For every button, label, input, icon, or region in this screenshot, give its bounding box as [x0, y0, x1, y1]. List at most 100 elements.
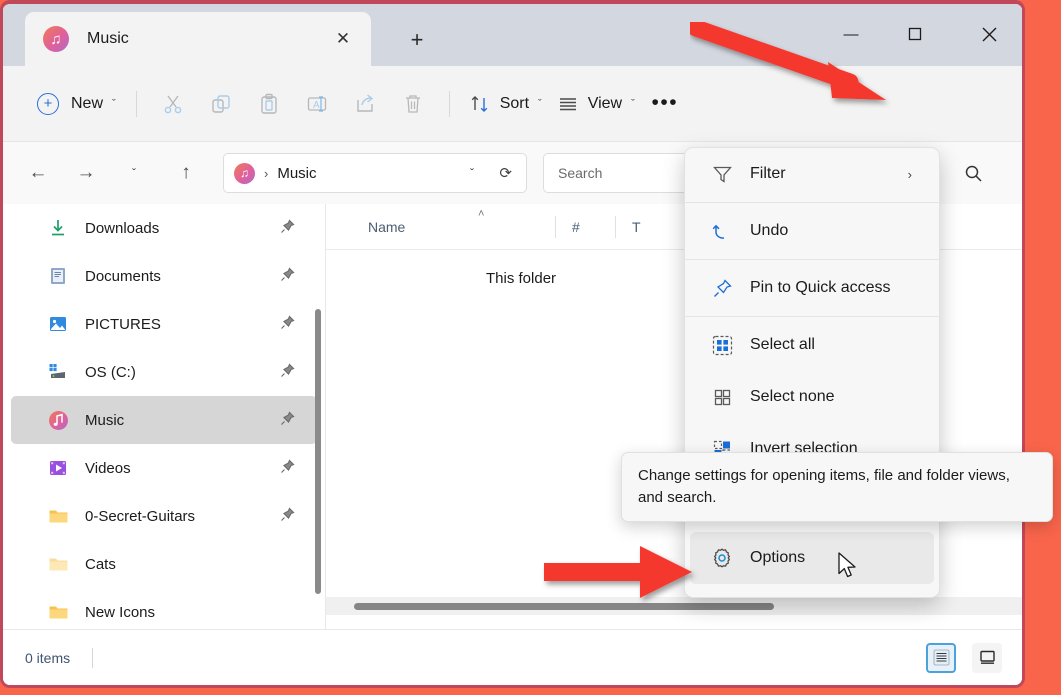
status-bar: 0 items: [3, 629, 1022, 685]
folder-icon: [47, 505, 69, 527]
sidebar-item-documents[interactable]: Documents: [11, 252, 317, 300]
pin-icon[interactable]: [280, 506, 295, 526]
new-tab-button[interactable]: +: [401, 24, 433, 56]
sidebar-item-downloads[interactable]: Downloads: [11, 204, 317, 252]
horizontal-scrollbar[interactable]: [326, 597, 1022, 615]
pin-icon: [710, 276, 734, 300]
menu-item-select-none[interactable]: Select none: [690, 371, 934, 423]
see-more-button[interactable]: •••: [643, 85, 687, 123]
sidebar-scrollbar[interactable]: [315, 309, 321, 594]
rename-button[interactable]: A: [293, 84, 341, 124]
sidebar-item-pictures[interactable]: PICTURES: [11, 300, 317, 348]
large-icons-view-button[interactable]: [972, 642, 1002, 673]
scrollbar-thumb[interactable]: [354, 603, 774, 610]
sort-button[interactable]: Sort ˇ: [462, 85, 550, 123]
breadcrumb-current: Music: [277, 164, 317, 182]
chevron-down-icon: ˇ: [631, 97, 635, 110]
file-explorer-window: ♫ Music ✕ + — + New ˇ A Sort ˇ View ˇ ••…: [0, 0, 1025, 688]
sidebar-item-0-secret-guitars[interactable]: 0-Secret-Guitars: [11, 492, 317, 540]
close-window-button[interactable]: [966, 12, 1012, 56]
menu-separator: [685, 202, 939, 203]
documents-icon: [47, 265, 69, 287]
back-button[interactable]: ←: [19, 154, 57, 192]
divider: [448, 90, 450, 117]
pin-icon[interactable]: [280, 314, 295, 334]
menu-item-undo[interactable]: Undo: [690, 205, 934, 257]
column-header-track-number[interactable]: #: [556, 204, 616, 249]
menu-item-label: Filter: [750, 165, 786, 182]
chevron-down-icon: ˇ: [538, 97, 542, 110]
cut-icon: [164, 95, 181, 113]
details-view-button[interactable]: [926, 642, 956, 673]
sort-label: Sort: [499, 94, 530, 112]
sidebar-item-label: Videos: [85, 459, 131, 477]
paste-icon: [260, 93, 277, 114]
close-icon[interactable]: ✕: [329, 25, 357, 53]
menu-item-pin-to-quick-access[interactable]: Pin to Quick access: [690, 262, 934, 314]
maximize-button[interactable]: [892, 12, 938, 56]
pictures-icon: [47, 313, 69, 335]
gear-icon: [710, 546, 734, 570]
copy-button[interactable]: [197, 84, 245, 124]
menu-separator: [685, 316, 939, 317]
paste-button[interactable]: [245, 84, 293, 124]
share-button[interactable]: [341, 84, 389, 124]
sidebar-item-cats[interactable]: Cats: [11, 540, 317, 588]
search-icon[interactable]: [955, 155, 991, 191]
forward-button[interactable]: →: [67, 154, 105, 192]
folder-icon: [47, 601, 69, 623]
column-header-name[interactable]: Name ˄: [326, 204, 556, 249]
music-note-icon: [47, 409, 69, 431]
cut-button[interactable]: [149, 84, 197, 124]
new-button[interactable]: + New ˇ: [29, 85, 124, 123]
sidebar-item-videos[interactable]: Videos: [11, 444, 317, 492]
details-view-icon: [933, 649, 949, 666]
menu-item-label: Options: [750, 549, 806, 566]
sort-icon: [471, 95, 487, 112]
view-icon: [559, 97, 576, 110]
minimize-button[interactable]: —: [828, 12, 874, 56]
pin-icon[interactable]: [280, 458, 295, 478]
menu-item-select-all[interactable]: Select all: [690, 319, 934, 371]
divider: [135, 90, 137, 117]
svg-text:A: A: [313, 100, 320, 111]
menu-item-label: Select all: [750, 336, 815, 353]
empty-folder-message: This folder: [486, 270, 557, 287]
item-count-label: 0 items: [25, 649, 71, 666]
column-label: T: [632, 218, 641, 235]
copy-icon: [211, 94, 230, 113]
view-button[interactable]: View ˇ: [550, 85, 643, 123]
tab-label: Music: [87, 30, 129, 47]
breadcrumb[interactable]: ♫ › Music ˇ ⟳: [223, 153, 527, 193]
sidebar-item-os-c[interactable]: OS (C:): [11, 348, 317, 396]
up-button[interactable]: ↑: [167, 154, 205, 192]
sidebar-item-label: Documents: [85, 267, 161, 285]
plus-icon: +: [37, 92, 59, 115]
undo-icon: [710, 219, 734, 243]
column-label: Name: [368, 218, 406, 235]
sidebar-item-music[interactable]: Music: [11, 396, 317, 444]
magnifier-icon: [965, 165, 982, 182]
music-note-icon: ♫: [234, 162, 255, 184]
new-label: New: [71, 94, 104, 112]
tab-music[interactable]: ♫ Music ✕: [25, 12, 371, 66]
command-bar: + New ˇ A Sort ˇ View ˇ •••: [3, 66, 1022, 142]
delete-button[interactable]: [389, 84, 437, 124]
rename-icon: A: [307, 95, 326, 112]
delete-icon: [405, 94, 420, 113]
menu-item-options[interactable]: Options: [690, 532, 934, 584]
pin-icon[interactable]: [280, 362, 295, 382]
menu-item-filter[interactable]: Filter ›: [690, 148, 934, 200]
pin-icon[interactable]: [280, 410, 295, 430]
pin-icon[interactable]: [280, 218, 295, 238]
share-icon: [356, 93, 373, 112]
sidebar-item-label: Music: [85, 411, 125, 429]
recent-locations-button[interactable]: ˇ: [115, 154, 153, 192]
refresh-icon[interactable]: ⟳: [499, 164, 512, 182]
select-all-icon: [710, 333, 734, 357]
pin-icon[interactable]: [280, 266, 295, 286]
menu-item-label: Select none: [750, 388, 835, 405]
chevron-down-icon[interactable]: ˇ: [470, 166, 474, 180]
title-bar: ♫ Music ✕ + —: [3, 4, 1022, 66]
sidebar-item-label: PICTURES: [85, 315, 161, 333]
